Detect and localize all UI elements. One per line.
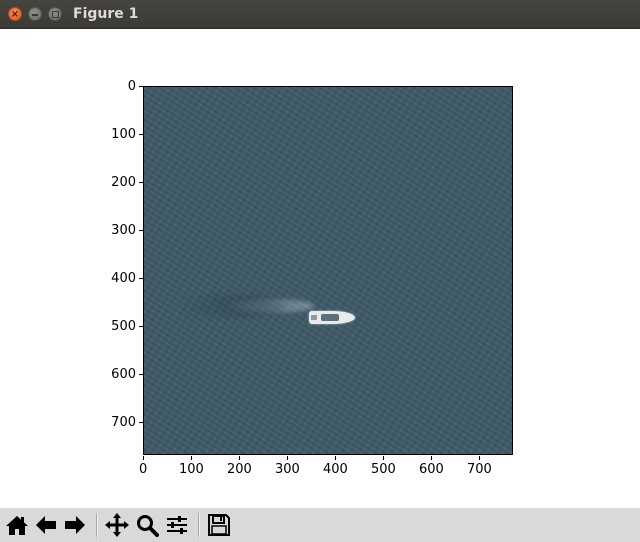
maximize-icon[interactable] — [48, 7, 62, 21]
back-arrow-icon[interactable] — [33, 512, 59, 538]
y-tick-label: 100 — [111, 127, 136, 142]
x-tick-mark — [479, 456, 480, 460]
x-tick-label: 0 — [139, 462, 148, 477]
y-tick-mark — [139, 422, 143, 423]
toolbar-separator — [198, 513, 200, 537]
y-tick-mark — [139, 230, 143, 231]
x-tick-mark — [431, 456, 432, 460]
x-tick-mark — [143, 456, 144, 460]
y-tick-label: 300 — [111, 223, 136, 238]
zoom-icon[interactable] — [134, 512, 160, 538]
boat-wake — [224, 299, 314, 313]
forward-arrow-icon[interactable] — [62, 512, 88, 538]
x-tick-label: 300 — [275, 462, 300, 477]
window-title: Figure 1 — [73, 6, 139, 22]
x-tick-label: 700 — [467, 462, 492, 477]
y-tick-mark — [139, 278, 143, 279]
close-icon[interactable]: × — [8, 7, 22, 21]
boat — [309, 311, 355, 324]
y-tick-mark — [139, 86, 143, 87]
y-tick-mark — [139, 374, 143, 375]
toolbar-separator — [96, 513, 98, 537]
save-icon[interactable] — [206, 512, 232, 538]
x-tick-mark — [383, 456, 384, 460]
y-tick-mark — [139, 182, 143, 183]
x-tick-mark — [239, 456, 240, 460]
x-tick-mark — [287, 456, 288, 460]
configure-subplots-icon[interactable] — [164, 512, 190, 538]
x-tick-label: 100 — [179, 462, 204, 477]
y-tick-mark — [139, 326, 143, 327]
y-tick-label: 600 — [111, 367, 136, 382]
satellite-image[interactable] — [143, 86, 513, 455]
y-tick-mark — [139, 134, 143, 135]
y-tick-label: 0 — [127, 79, 136, 94]
home-icon[interactable] — [4, 512, 30, 538]
pan-icon[interactable] — [104, 512, 130, 538]
x-tick-label: 200 — [227, 462, 252, 477]
window-titlebar: × Figure 1 — [0, 0, 640, 29]
x-tick-mark — [191, 456, 192, 460]
x-tick-label: 400 — [323, 462, 348, 477]
y-tick-label: 200 — [111, 175, 136, 190]
y-tick-label: 500 — [111, 319, 136, 334]
y-tick-label: 400 — [111, 271, 136, 286]
navigation-toolbar — [0, 508, 640, 542]
minimize-icon[interactable] — [28, 7, 42, 21]
x-tick-label: 500 — [371, 462, 396, 477]
x-tick-label: 600 — [419, 462, 444, 477]
x-tick-mark — [335, 456, 336, 460]
y-tick-label: 700 — [111, 415, 136, 430]
